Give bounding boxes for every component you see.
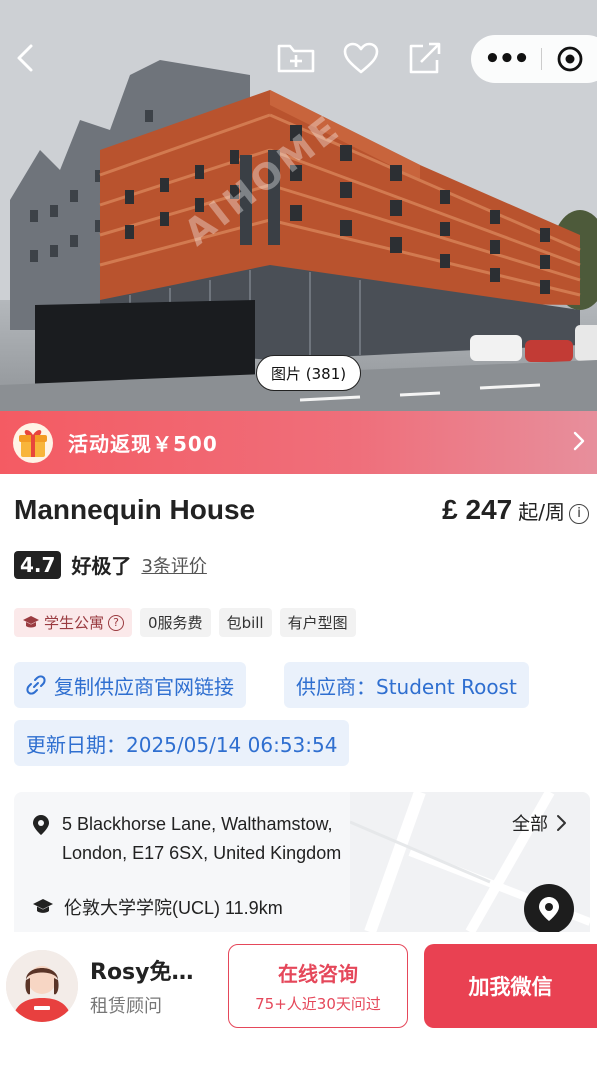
bottom-action-bar: Rosy免… 租赁顾问 在线咨询 75+人近30天问过 加我微信 <box>0 932 597 1080</box>
address-card[interactable]: 5 Blackhorse Lane, Walthamstow, London, … <box>14 792 590 932</box>
address-row: 5 Blackhorse Lane, Walthamstow, London, … <box>32 810 341 868</box>
graduation-cap-icon <box>23 615 39 627</box>
more-menu-button[interactable]: ••• <box>471 44 541 74</box>
address-line1: 5 Blackhorse Lane, Walthamstow, <box>62 814 333 834</box>
price-amount: £ 247 <box>442 494 513 525</box>
supplier-chip: 供应商：Student Roost <box>284 662 529 708</box>
agent-name: Rosy免… <box>90 960 194 985</box>
copy-link-label: 复制供应商官网链接 <box>54 674 234 699</box>
price-block: £ 247 起/周 i <box>442 494 589 526</box>
photo-count-button[interactable]: 图片 (381) <box>256 355 362 391</box>
add-wechat-button[interactable]: 加我微信 <box>424 944 597 1028</box>
update-date-chip: 更新日期：2025/05/14 06:53:54 <box>14 720 350 766</box>
target-icon <box>557 46 583 72</box>
address-line2: London, E17 6SX, United Kingdom <box>62 843 342 863</box>
chevron-left-icon <box>17 44 33 72</box>
copy-supplier-link-button[interactable]: 复制供应商官网链接 <box>14 662 246 708</box>
chevron-right-icon <box>557 815 566 831</box>
tag-label: 学生公寓 <box>44 614 105 632</box>
save-folder-button[interactable] <box>272 34 320 82</box>
gift-icon <box>13 422 53 463</box>
consult-subtext: 75+人近30天问过 <box>255 995 381 1013</box>
avatar[interactable] <box>6 950 78 1022</box>
rating-score: 4.7 <box>14 550 62 579</box>
rating-word: 好极了 <box>71 554 132 578</box>
online-consult-button[interactable]: 在线咨询 75+人近30天问过 <box>228 944 408 1028</box>
close-miniprogram-button[interactable] <box>542 45 597 73</box>
back-button[interactable] <box>2 34 50 82</box>
share-icon <box>409 42 441 74</box>
hero-photo[interactable]: AIHOME ••• 图片 (381) <box>0 0 597 412</box>
favorite-button[interactable] <box>337 34 385 82</box>
rating-row: 4.7 好极了 3条评价 <box>14 550 207 579</box>
help-icon[interactable]: ? <box>108 614 125 631</box>
all-address-link[interactable]: 全部 <box>512 810 568 836</box>
location-pin-icon <box>33 815 49 835</box>
info-icon[interactable]: i <box>569 503 589 524</box>
cashback-banner[interactable]: 活动返现￥500 <box>0 411 597 474</box>
graduation-cap-icon <box>33 899 53 913</box>
property-title: Mannequin House <box>14 494 256 525</box>
map-pin-icon <box>539 897 559 921</box>
university-distance-row: 伦敦大学学院(UCL) 11.9km <box>32 894 283 920</box>
chevron-right-icon <box>573 431 585 456</box>
link-icon <box>26 675 46 695</box>
tag-student-housing[interactable]: 学生公寓 ? <box>14 608 133 637</box>
consult-label: 在线咨询 <box>278 962 358 986</box>
agent-role: 租赁顾问 <box>90 996 162 1017</box>
miniprogram-capsule: ••• <box>471 35 597 83</box>
university-distance: 伦敦大学学院(UCL) 11.9km <box>64 898 283 918</box>
reviews-link[interactable]: 3条评价 <box>141 552 206 578</box>
open-map-button[interactable] <box>524 884 574 934</box>
address-text: 5 Blackhorse Lane, Walthamstow, London, … <box>62 810 341 868</box>
tag-list: 学生公寓 ? 0服务费 包bill 有户型图 <box>14 608 356 637</box>
folder-add-icon <box>277 44 315 73</box>
tag-bills-included: 包bill <box>218 608 272 637</box>
agent-avatar-image <box>6 950 78 1022</box>
tag-no-service-fee: 0服务费 <box>140 608 211 637</box>
tag-floor-plans: 有户型图 <box>279 608 356 637</box>
price-unit: 起/周 <box>518 500 565 524</box>
cashback-label: 活动返现￥500 <box>68 432 218 456</box>
share-button[interactable] <box>401 34 449 82</box>
all-label: 全部 <box>512 814 548 835</box>
heart-icon <box>343 42 379 74</box>
